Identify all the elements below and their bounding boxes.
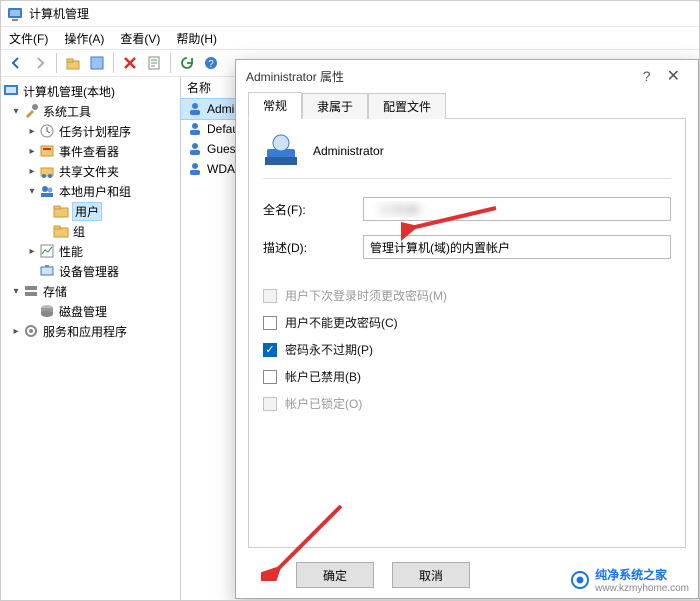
storage-icon <box>23 283 39 299</box>
disk-icon <box>39 303 55 319</box>
fullname-label: 全名(F): <box>263 201 363 218</box>
close-icon[interactable]: ✕ <box>659 66 688 86</box>
ok-button[interactable]: 确定 <box>296 562 374 588</box>
forward-button[interactable] <box>29 52 51 74</box>
tree-local-users[interactable]: ▾ 本地用户和组 <box>1 181 180 201</box>
user-large-icon <box>263 131 299 170</box>
users-icon <box>39 183 55 199</box>
delete-button[interactable] <box>119 52 141 74</box>
tree-root[interactable]: 计算机管理(本地) <box>1 81 180 101</box>
tree-shared-folders[interactable]: ▸ 共享文件夹 <box>1 161 180 181</box>
dialog-title: Administrator 属性 <box>246 68 344 85</box>
toolbar-sep-2 <box>113 53 114 73</box>
tree-groups[interactable]: 组 <box>1 221 180 241</box>
tree-task-scheduler[interactable]: ▸ 任务计划程序 <box>1 121 180 141</box>
folder-icon <box>53 223 69 239</box>
device-icon <box>39 263 55 279</box>
checkbox-icon[interactable] <box>263 316 277 330</box>
check-cannot-change[interactable]: 用户不能更改密码(C) <box>263 314 671 331</box>
checkbox-icon <box>263 289 277 303</box>
tab-memberof[interactable]: 隶属于 <box>302 93 368 119</box>
app-icon <box>7 6 23 22</box>
checkbox-checked-icon[interactable]: ✓ <box>263 343 277 357</box>
up-button[interactable] <box>62 52 84 74</box>
watermark: 纯净系统之家 www.kzmyhome.com <box>571 566 689 594</box>
account-name: Administrator <box>313 144 384 158</box>
description-label: 描述(D): <box>263 239 363 256</box>
watermark-icon <box>571 571 589 589</box>
folder-icon <box>53 203 69 219</box>
check-locked: 帐户已锁定(O) <box>263 395 671 412</box>
chevron-down-icon[interactable]: ▾ <box>9 286 23 297</box>
tree-event-viewer[interactable]: ▸ 事件查看器 <box>1 141 180 161</box>
tree-disk-mgmt[interactable]: 磁盘管理 <box>1 301 180 321</box>
checkbox-icon[interactable] <box>263 370 277 384</box>
menu-action[interactable]: 操作(A) <box>64 30 104 47</box>
toolbar-sep <box>56 53 57 73</box>
chevron-down-icon[interactable]: ▾ <box>25 186 39 197</box>
user-icon <box>187 121 203 137</box>
tree-system-tools[interactable]: ▾ 系统工具 <box>1 101 180 121</box>
svg-text:?: ? <box>208 59 214 70</box>
event-icon <box>39 143 55 159</box>
check-never-expires[interactable]: ✓ 密码永不过期(P) <box>263 341 671 358</box>
divider <box>263 178 671 179</box>
share-icon <box>39 163 55 179</box>
refresh-button[interactable] <box>176 52 198 74</box>
chevron-right-icon[interactable]: ▸ <box>9 326 23 337</box>
back-button[interactable] <box>5 52 27 74</box>
watermark-url: www.kzmyhome.com <box>595 583 689 594</box>
chevron-right-icon[interactable]: ▸ <box>25 246 39 257</box>
tab-general[interactable]: 常规 <box>248 92 302 119</box>
user-icon <box>187 141 203 157</box>
cancel-button[interactable]: 取消 <box>392 562 470 588</box>
help-icon[interactable]: ? <box>635 68 659 84</box>
properties-dialog: Administrator 属性 ? ✕ 常规 隶属于 配置文件 Adminis… <box>235 59 699 599</box>
main-titlebar: 计算机管理 <box>1 1 699 27</box>
list-item-label: Gues <box>207 142 236 156</box>
menu-help[interactable]: 帮助(H) <box>176 30 217 47</box>
dialog-titlebar[interactable]: Administrator 属性 ? ✕ <box>236 60 698 92</box>
main-title: 计算机管理 <box>29 5 89 22</box>
watermark-brand: 纯净系统之家 <box>595 566 689 583</box>
chevron-right-icon[interactable]: ▸ <box>25 166 39 177</box>
tab-pane-general: Administrator 全名(F): 描述(D): 用户下次登录时须更改密码… <box>248 118 686 548</box>
export-button[interactable] <box>143 52 165 74</box>
user-icon <box>187 161 203 177</box>
user-icon <box>187 101 203 117</box>
menu-file[interactable]: 文件(F) <box>9 30 48 47</box>
properties-button[interactable] <box>86 52 108 74</box>
tree-storage[interactable]: ▾ 存储 <box>1 281 180 301</box>
chevron-down-icon[interactable]: ▾ <box>9 106 23 117</box>
toolbar-sep-3 <box>170 53 171 73</box>
tree-users[interactable]: 用户 <box>1 201 180 221</box>
menu-view[interactable]: 查看(V) <box>120 30 160 47</box>
chevron-right-icon[interactable]: ▸ <box>25 146 39 157</box>
chevron-right-icon[interactable]: ▸ <box>25 126 39 137</box>
tab-profile[interactable]: 配置文件 <box>368 93 446 119</box>
description-input[interactable] <box>363 235 671 259</box>
nav-tree[interactable]: 计算机管理(本地) ▾ 系统工具 ▸ 任务计划程序 ▸ 事件查看器 ▸ 共享文件… <box>1 77 181 601</box>
tree-device-manager[interactable]: 设备管理器 <box>1 261 180 281</box>
tools-icon <box>23 103 39 119</box>
clock-icon <box>39 123 55 139</box>
dialog-tabs: 常规 隶属于 配置文件 <box>248 92 686 118</box>
fullname-input[interactable] <box>363 197 671 221</box>
tree-performance[interactable]: ▸ 性能 <box>1 241 180 261</box>
checkbox-icon <box>263 397 277 411</box>
list-item-label: WDA <box>207 162 235 176</box>
check-must-change: 用户下次登录时须更改密码(M) <box>263 287 671 304</box>
menubar: 文件(F) 操作(A) 查看(V) 帮助(H) <box>1 27 699 49</box>
tree-services-apps[interactable]: ▸ 服务和应用程序 <box>1 321 180 341</box>
check-disabled[interactable]: 帐户已禁用(B) <box>263 368 671 385</box>
perf-icon <box>39 243 55 259</box>
services-icon <box>23 323 39 339</box>
computer-icon <box>3 83 19 99</box>
help-button[interactable]: ? <box>200 52 222 74</box>
